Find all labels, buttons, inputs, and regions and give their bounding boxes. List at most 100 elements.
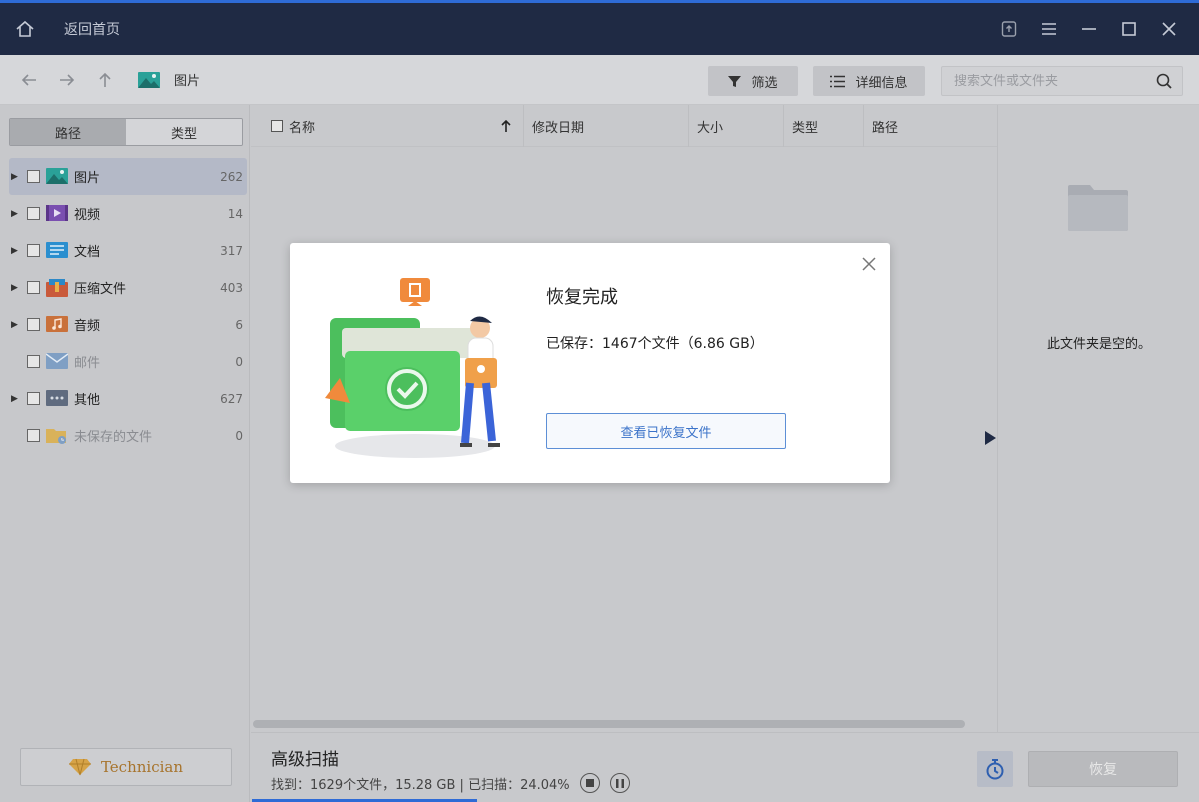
minimize-button[interactable] xyxy=(1069,9,1109,49)
tab-type[interactable]: 类型 xyxy=(126,119,242,145)
details-button[interactable]: 详细信息 xyxy=(813,66,925,96)
category-count: 14 xyxy=(227,206,243,221)
category-checkbox[interactable] xyxy=(27,318,40,331)
details-label: 详细信息 xyxy=(855,75,908,91)
category-item-videos[interactable]: ▶ 视频 14 xyxy=(9,195,247,232)
scan-title: 高级扫描 xyxy=(271,750,339,770)
document-icon xyxy=(46,241,68,258)
status-bar: 高级扫描 找到：1629个文件，15.28 GB | 已扫描：24.04% 恢复 xyxy=(251,732,1199,802)
category-label: 文档 xyxy=(74,245,101,260)
technician-label: Technician xyxy=(100,758,184,776)
expand-arrow-icon[interactable]: ▶ xyxy=(11,209,25,219)
category-item-email[interactable]: 邮件 0 xyxy=(9,343,247,380)
diamond-icon xyxy=(68,758,91,776)
category-checkbox[interactable] xyxy=(27,170,40,183)
empty-folder-text: 此文件夹是空的。 xyxy=(1046,337,1151,352)
category-count: 6 xyxy=(235,317,243,332)
column-size[interactable]: 大小 xyxy=(689,105,784,147)
category-label: 视频 xyxy=(74,208,101,223)
column-type[interactable]: 类型 xyxy=(784,105,864,147)
category-label: 图片 xyxy=(74,171,101,186)
scan-status: 找到：1629个文件，15.28 GB | 已扫描：24.04% xyxy=(271,773,630,793)
sort-up-icon[interactable] xyxy=(501,120,511,132)
picture-icon xyxy=(46,167,68,184)
stop-scan-button[interactable] xyxy=(579,773,600,793)
category-list: ▶ 图片 262 ▶ 视频 14 ▶ 文档 317 ▶ 压缩文件 403 ▶ 音… xyxy=(9,158,247,454)
column-modified[interactable]: 修改日期 xyxy=(523,105,689,147)
search-input[interactable] xyxy=(954,73,1154,89)
category-label: 其他 xyxy=(74,393,101,408)
category-count: 627 xyxy=(220,391,243,406)
share-button[interactable] xyxy=(989,9,1029,49)
forward-button[interactable] xyxy=(48,60,86,100)
category-checkbox[interactable] xyxy=(27,355,40,368)
menu-button[interactable] xyxy=(1029,9,1069,49)
minimize-icon xyxy=(1082,28,1096,30)
maximize-icon xyxy=(1122,22,1136,36)
filter-label: 筛选 xyxy=(751,75,778,91)
category-label: 邮件 xyxy=(74,356,101,371)
category-count: 0 xyxy=(235,354,243,369)
recover-button[interactable]: 恢复 xyxy=(1028,751,1178,787)
search-box xyxy=(941,66,1183,96)
category-checkbox[interactable] xyxy=(27,207,40,220)
category-count: 403 xyxy=(220,280,243,295)
expand-arrow-icon[interactable]: ▶ xyxy=(11,320,25,330)
pause-scan-button[interactable] xyxy=(609,773,630,793)
category-item-audio[interactable]: ▶ 音频 6 xyxy=(9,306,247,343)
close-dialog-icon[interactable] xyxy=(860,255,878,273)
expand-arrow-icon[interactable]: ▶ xyxy=(11,172,25,182)
back-button[interactable] xyxy=(10,60,48,100)
expand-arrow-icon[interactable]: ▶ xyxy=(11,246,25,256)
collapse-pane-icon[interactable] xyxy=(983,430,997,446)
music-icon xyxy=(46,315,68,332)
close-window-button[interactable] xyxy=(1149,9,1189,49)
stop-icon xyxy=(585,779,594,787)
category-item-archives[interactable]: ▶ 压缩文件 403 xyxy=(9,269,247,306)
mail-icon xyxy=(46,352,68,369)
search-button[interactable] xyxy=(1156,73,1172,93)
category-item-documents[interactable]: ▶ 文档 317 xyxy=(9,232,247,269)
category-checkbox[interactable] xyxy=(27,429,40,442)
folder-icon xyxy=(1068,185,1128,231)
expand-arrow-icon[interactable]: ▶ xyxy=(11,394,25,404)
sidebar: 路径 类型 ▶ 图片 262 ▶ 视频 14 ▶ 文档 317 ▶ 压缩文件 4… xyxy=(0,105,250,802)
tab-path[interactable]: 路径 xyxy=(10,119,126,145)
filter-button[interactable]: 筛选 xyxy=(708,66,798,96)
view-mode-tabs: 路径 类型 xyxy=(9,118,243,146)
category-item-other[interactable]: ▶ 其他 627 xyxy=(9,380,247,417)
category-count: 0 xyxy=(235,428,243,443)
horizontal-scrollbar[interactable] xyxy=(253,720,965,728)
category-item-unsaved[interactable]: 未保存的文件 0 xyxy=(9,417,247,454)
column-name[interactable]: 名称 xyxy=(263,105,523,147)
share-icon xyxy=(1001,21,1017,37)
toolbar: 图片 筛选 详细信息 xyxy=(0,55,1199,105)
expand-arrow-icon[interactable]: ▶ xyxy=(11,283,25,293)
select-all-checkbox[interactable] xyxy=(271,120,283,132)
breadcrumb: 图片 xyxy=(138,70,200,89)
back-home-link[interactable]: 返回首页 xyxy=(64,19,120,39)
category-count: 317 xyxy=(220,243,243,258)
technician-button[interactable]: Technician xyxy=(20,748,232,786)
up-button[interactable] xyxy=(86,60,124,100)
title-bar: 返回首页 xyxy=(0,0,1199,55)
maximize-button[interactable] xyxy=(1109,9,1149,49)
timer-button[interactable] xyxy=(977,751,1013,787)
view-recovered-files-button[interactable]: 查看已恢复文件 xyxy=(546,413,786,449)
pause-icon xyxy=(615,778,624,788)
category-checkbox[interactable] xyxy=(27,244,40,257)
breadcrumb-current[interactable]: 图片 xyxy=(174,70,200,89)
unsaved-file-icon xyxy=(46,428,66,444)
column-path[interactable]: 路径 xyxy=(864,105,997,147)
category-item-pictures[interactable]: ▶ 图片 262 xyxy=(9,158,247,195)
category-checkbox[interactable] xyxy=(27,392,40,405)
arrow-left-icon xyxy=(21,73,36,86)
home-icon xyxy=(16,20,34,37)
home-button[interactable] xyxy=(0,3,50,55)
stopwatch-icon xyxy=(986,759,1004,780)
archive-icon xyxy=(46,278,68,297)
category-checkbox[interactable] xyxy=(27,281,40,294)
arrow-up-icon xyxy=(99,72,111,87)
preview-pane: 此文件夹是空的。 xyxy=(997,105,1199,732)
category-label: 未保存的文件 xyxy=(74,430,153,445)
